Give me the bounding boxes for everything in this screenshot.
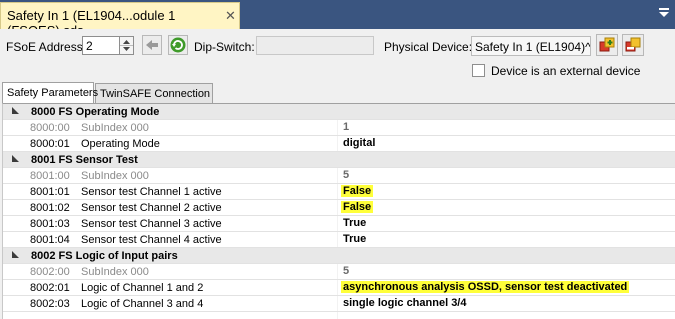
parameter-row[interactable]: 8002:00 SubIndex 000 5 <box>3 264 675 280</box>
collapse-arrow-icon[interactable] <box>12 155 19 162</box>
link-device-button[interactable] <box>596 34 618 56</box>
collapse-arrow-icon[interactable] <box>12 251 19 258</box>
parameter-value[interactable]: True <box>341 217 368 229</box>
group-row[interactable]: 8002 FS Logic of Input pairs <box>3 248 675 264</box>
fsoe-address-input[interactable]: 2 <box>82 36 120 55</box>
tab-list-dropdown-icon[interactable] <box>658 6 670 18</box>
parameter-index: 8001:02 <box>30 202 70 214</box>
group-row[interactable]: 8001 FS Sensor Test <box>3 152 675 168</box>
parameter-row[interactable]: 8001:00 SubIndex 000 5 <box>3 168 675 184</box>
parameter-name: Logic of Channel 3 and 4 <box>81 298 204 310</box>
parameter-name: SubIndex 000 <box>81 122 149 134</box>
parameter-index: 8002:00 <box>30 266 70 278</box>
group-row[interactable]: 8000 FS Operating Mode <box>3 104 675 120</box>
parameter-value[interactable]: 1 <box>341 121 351 133</box>
back-button[interactable] <box>142 35 162 55</box>
parameter-row[interactable]: 8000:01 Operating Mode digital <box>3 136 675 152</box>
external-device-checkbox[interactable] <box>472 64 485 77</box>
parameter-name: Sensor test Channel 2 active <box>81 202 222 214</box>
parameter-index: 8000:01 <box>30 138 70 150</box>
parameter-index: 8001:00 <box>30 170 70 182</box>
parameter-index: 8001:04 <box>30 234 70 246</box>
unlink-device-button[interactable] <box>622 34 644 56</box>
parameter-name: Sensor test Channel 1 active <box>81 186 222 198</box>
parameter-index: 8002:03 <box>30 298 70 310</box>
parameter-index: 8001:03 <box>30 218 70 230</box>
editor-content: FSoE Address: 2 Dip-Switch: Physical Dev… <box>0 29 675 319</box>
parameter-name: SubIndex 000 <box>81 266 149 278</box>
group-title: 8002 FS Logic of Input pairs <box>31 250 178 262</box>
parameter-index: 8000:00 <box>30 122 70 134</box>
parameter-row[interactable]: 8001:03 Sensor test Channel 3 active Tru… <box>3 216 675 232</box>
parameter-grid: 8000 FS Operating Mode 8000:00 SubIndex … <box>2 103 675 319</box>
parameter-row[interactable]: 8001:02 Sensor test Channel 2 active Fal… <box>3 200 675 216</box>
parameter-name: Sensor test Channel 3 active <box>81 218 222 230</box>
spin-down-icon <box>123 47 130 51</box>
dip-switch-input[interactable] <box>256 36 374 55</box>
parameter-value[interactable]: digital <box>341 137 377 149</box>
fsoe-address-label: FSoE Address: <box>6 40 87 54</box>
document-tabstrip: Safety In 1 (EL1904...odule 1 (FSOES).sd… <box>0 0 675 38</box>
document-tab[interactable]: Safety In 1 (EL1904...odule 1 (FSOES).sd… <box>0 2 240 38</box>
link-device-icon <box>599 37 615 52</box>
parameter-row[interactable]: 8002:03 Logic of Channel 3 and 4 single … <box>3 296 675 312</box>
parameter-value[interactable]: single logic channel 3/4 <box>341 297 468 309</box>
group-title: 8001 FS Sensor Test <box>31 154 138 166</box>
parameter-name: Logic of Channel 1 and 2 <box>81 282 204 294</box>
external-device-label: Device is an external device <box>491 64 641 78</box>
parameter-value[interactable]: 5 <box>341 169 351 181</box>
parameter-index: 8002:01 <box>30 282 70 294</box>
parameter-name: Sensor test Channel 4 active <box>81 234 222 246</box>
refresh-icon <box>170 37 186 53</box>
parameter-value[interactable]: asynchronous analysis OSSD, sensor test … <box>341 281 630 293</box>
close-icon[interactable]: ✕ <box>225 8 236 24</box>
parameter-row[interactable]: 8000:00 SubIndex 000 1 <box>3 120 675 136</box>
spin-up-icon <box>123 40 130 44</box>
tab-safety-parameters[interactable]: Safety Parameters <box>2 82 98 103</box>
parameter-value[interactable]: False <box>341 201 374 213</box>
group-title: 8000 FS Operating Mode <box>31 106 160 118</box>
parameter-row[interactable]: 8002:01 Logic of Channel 1 and 2 asynchr… <box>3 280 675 296</box>
parameter-name: SubIndex 000 <box>81 170 149 182</box>
parameter-name: Operating Mode <box>81 138 160 150</box>
parameter-index: 8001:01 <box>30 186 70 198</box>
parameter-row[interactable]: 8001:04 Sensor test Channel 4 active Tru… <box>3 232 675 248</box>
parameter-value[interactable]: 5 <box>341 265 351 277</box>
dip-switch-label: Dip-Switch: <box>194 40 255 54</box>
parameter-row[interactable]: 8001:01 Sensor test Channel 1 active Fal… <box>3 184 675 200</box>
tab-twinsafe-connection[interactable]: TwinSAFE Connection <box>95 83 213 103</box>
parameter-value[interactable]: False <box>341 185 374 197</box>
parameter-value[interactable]: True <box>341 233 368 245</box>
left-arrow-icon <box>146 40 158 50</box>
collapse-arrow-icon[interactable] <box>12 107 19 114</box>
physical-device-label: Physical Device: <box>384 40 473 54</box>
physical-device-field[interactable]: Safety In 1 (EL1904)^Mo <box>471 36 591 56</box>
fsoe-address-spinner[interactable] <box>120 36 134 55</box>
refresh-button[interactable] <box>168 35 188 55</box>
unlink-device-icon <box>625 37 641 52</box>
